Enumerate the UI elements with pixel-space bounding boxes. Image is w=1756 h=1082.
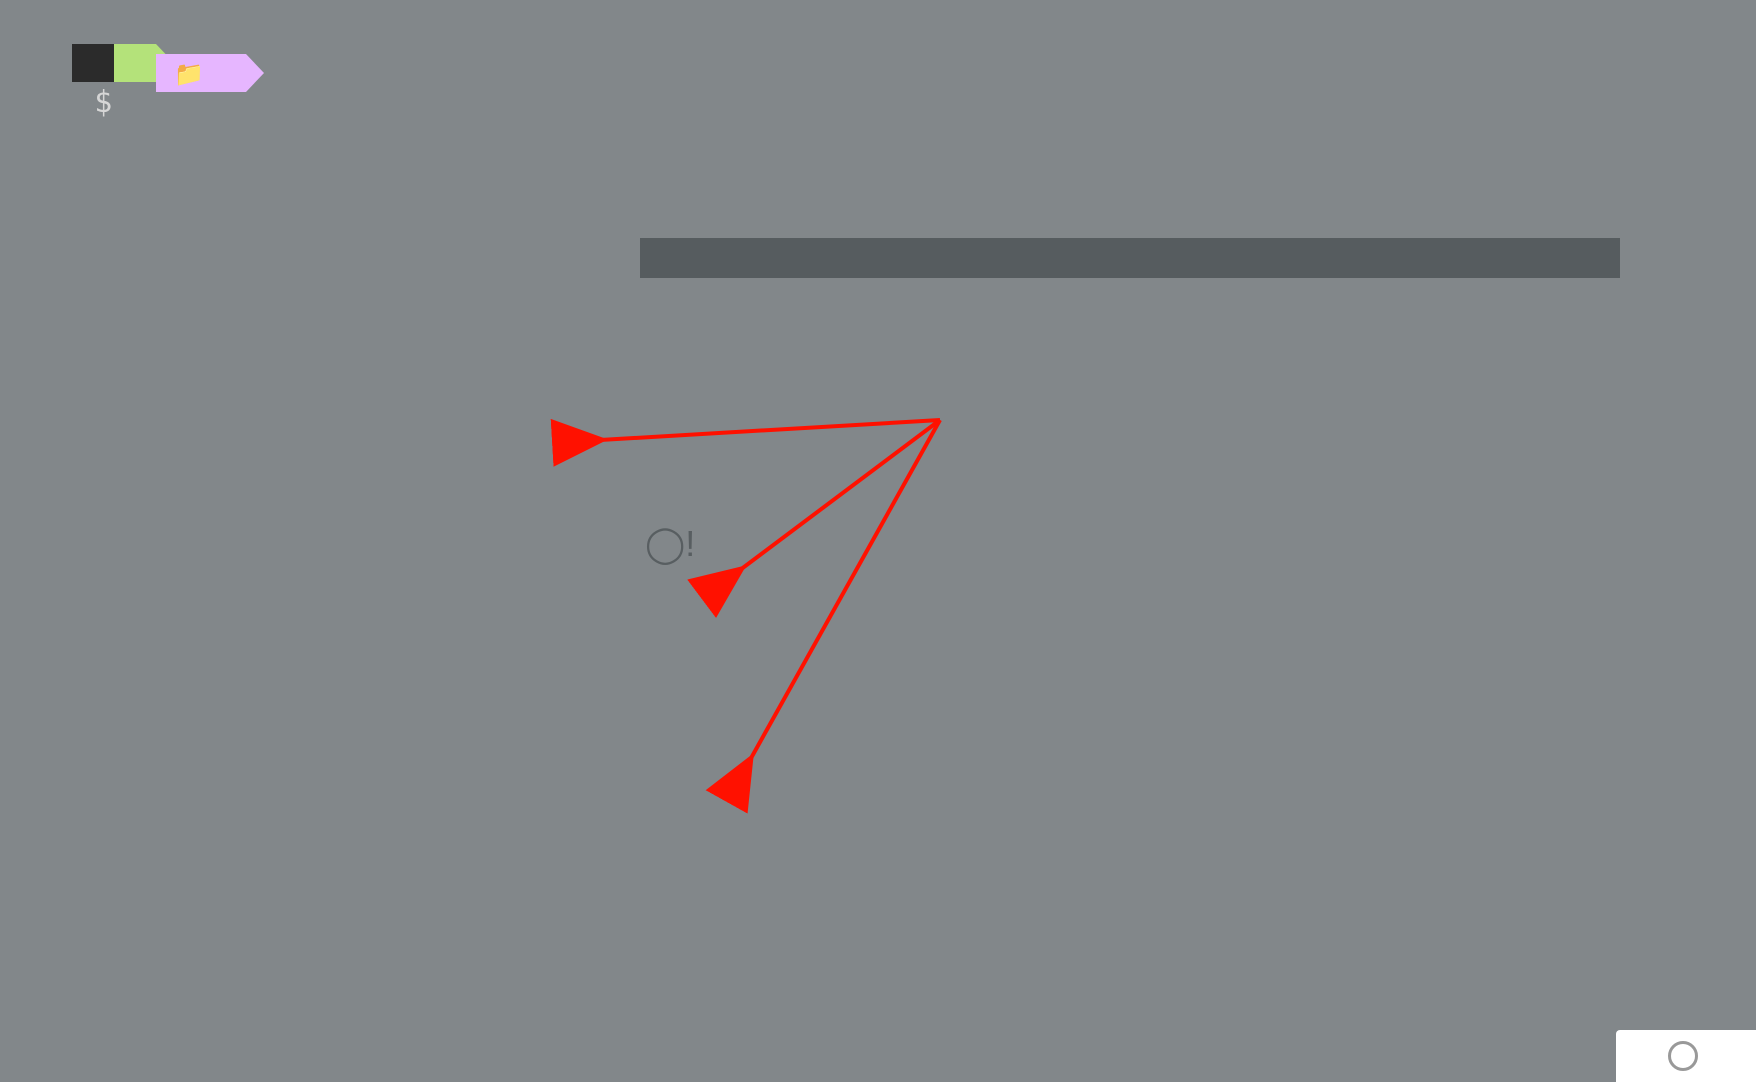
prompt-path: 📁 bbox=[156, 54, 246, 92]
terminal-command-line: $ bbox=[14, 46, 144, 160]
watermark bbox=[1616, 1030, 1756, 1082]
terminal-window[interactable]: 📁 $ bbox=[0, 0, 1756, 1082]
watermark-logo-icon bbox=[1668, 1041, 1698, 1071]
prompt-dollar: $ bbox=[86, 85, 126, 120]
folder-icon: 📁 bbox=[174, 60, 204, 88]
